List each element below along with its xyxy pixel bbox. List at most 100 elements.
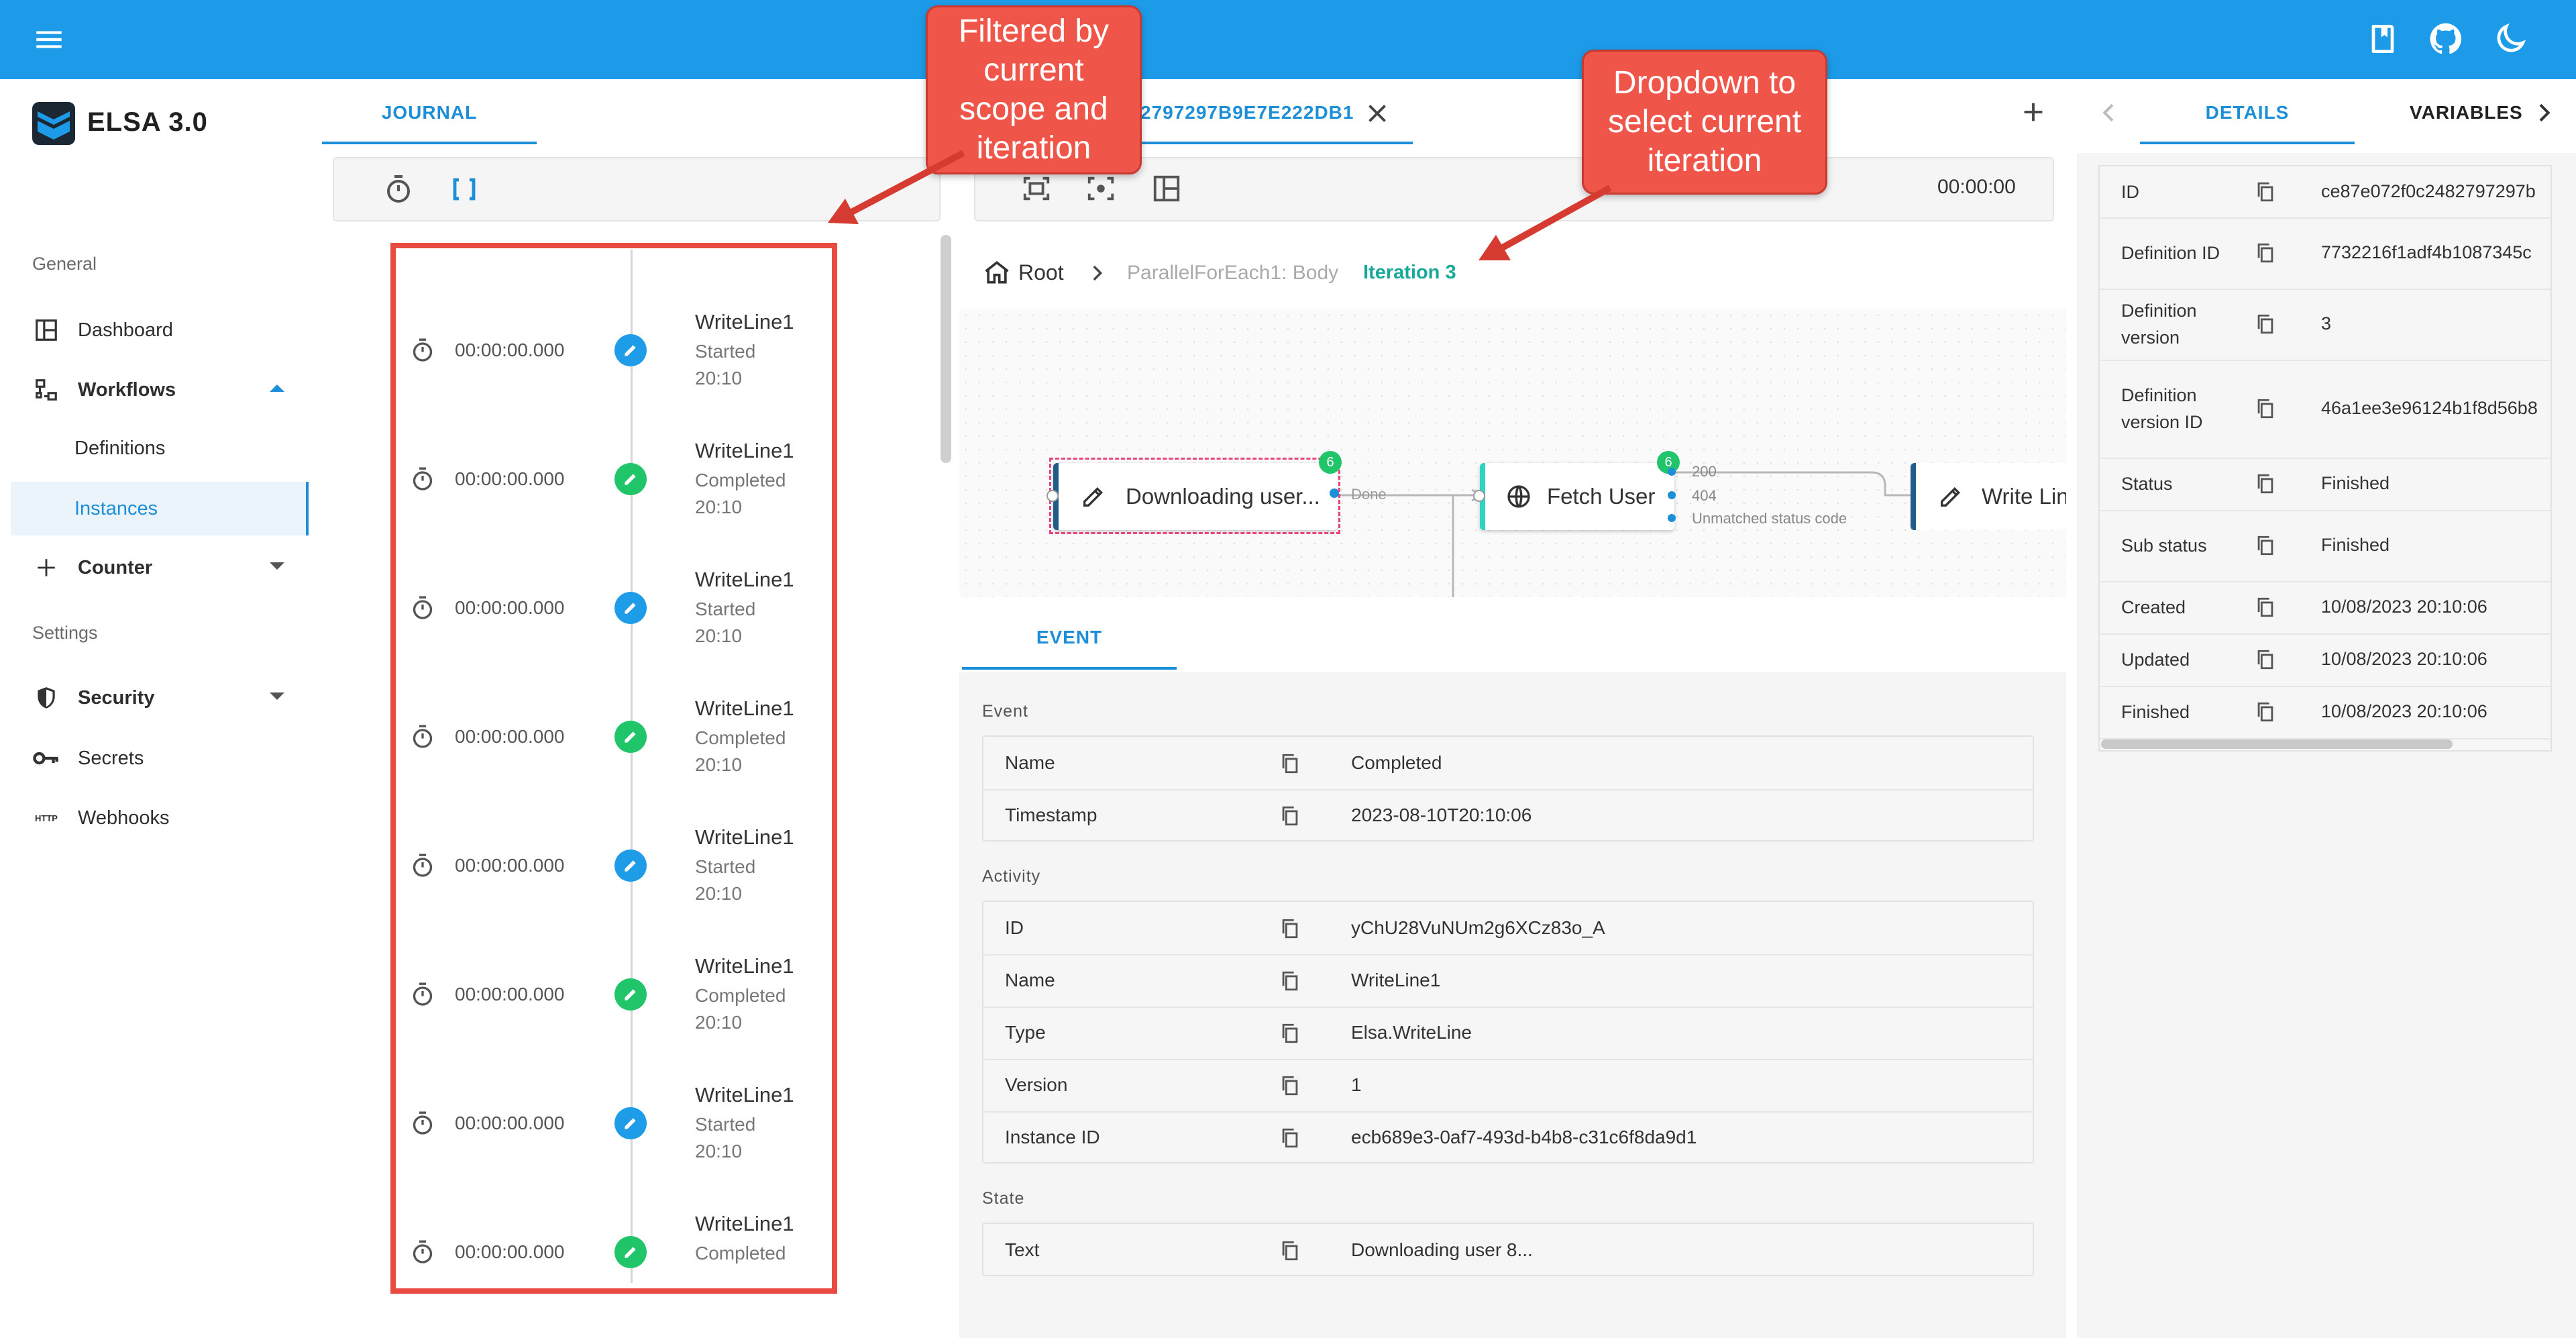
- sidebar-item-instances[interactable]: Instances: [11, 482, 309, 535]
- row-key: Type: [1005, 1022, 1046, 1043]
- dark-mode-icon[interactable]: [2491, 20, 2529, 58]
- sidebar-item-definitions[interactable]: Definitions: [11, 421, 309, 475]
- detail-value: Finished: [2321, 535, 2390, 555]
- table-row: Version 1: [983, 1059, 2033, 1113]
- row-value: Downloading user 8...: [1351, 1239, 1533, 1260]
- detail-value: 3: [2321, 313, 2332, 333]
- highlight-box: [390, 243, 837, 1294]
- input-port[interactable]: [1046, 490, 1059, 502]
- tab-indicator: [2140, 142, 2355, 144]
- detail-key: Definition version: [2121, 301, 2197, 348]
- copy-icon[interactable]: [2254, 180, 2277, 204]
- copy-icon[interactable]: [2254, 397, 2277, 421]
- top-app-bar: [0, 0, 2576, 79]
- copy-icon[interactable]: [1279, 917, 1301, 941]
- chevron-left-icon[interactable]: [2096, 99, 2123, 126]
- breadcrumb-root[interactable]: Root: [1018, 260, 1064, 285]
- activity-node-write-line[interactable]: Write Lin: [1911, 463, 2066, 530]
- detail-row: ID ce87e072f0c2482797297b: [2100, 166, 2551, 219]
- auto-layout-icon[interactable]: [1151, 173, 1182, 204]
- copy-icon[interactable]: [2254, 533, 2277, 558]
- detail-value: 10/08/2023 20:10:06: [2321, 597, 2487, 617]
- add-tab-icon[interactable]: [2018, 97, 2049, 127]
- detail-row: Sub status Finished: [2100, 510, 2551, 582]
- book-icon[interactable]: [2364, 20, 2402, 58]
- detail-value: 10/08/2023 20:10:06: [2321, 649, 2487, 669]
- row-value: Completed: [1351, 752, 1442, 773]
- tab-event[interactable]: EVENT: [962, 627, 1177, 648]
- group-label-state: State: [982, 1189, 1025, 1208]
- pencil-icon: [1937, 483, 1964, 510]
- nav-section-general: General: [32, 254, 97, 274]
- tab-workflow-instance[interactable]: 2797297B9E7E222DB1: [1140, 102, 1354, 123]
- menu-icon[interactable]: [32, 23, 66, 56]
- detail-value: 7732216f1adf4b1087345c: [2321, 242, 2532, 262]
- key-icon: [32, 744, 60, 772]
- activity-table: ID yChU28VuNUm2g6XCz83o_A Name WriteLine1 Ty…: [982, 900, 2034, 1164]
- sidebar-item-label: Dashboard: [78, 319, 173, 341]
- row-key: Timestamp: [1005, 805, 1097, 825]
- center-focus-icon[interactable]: [1085, 173, 1116, 204]
- selected-node-outline: [1049, 458, 1340, 534]
- outcome-port-200[interactable]: [1668, 468, 1676, 476]
- row-key: Version: [1005, 1074, 1068, 1095]
- sidebar-item-workflows[interactable]: Workflows: [11, 363, 306, 417]
- tab-details[interactable]: DETAILS: [2140, 102, 2355, 123]
- details-scrollbar[interactable]: [2101, 739, 2453, 749]
- details-table: ID ce87e072f0c2482797297b Definition ID 773…: [2098, 165, 2552, 752]
- node-label: Write Lin: [1982, 484, 2066, 509]
- workflow-icon: [32, 376, 60, 404]
- detail-row: Definition version 3: [2100, 289, 2551, 361]
- copy-icon[interactable]: [2254, 312, 2277, 336]
- chevron-right-icon[interactable]: [2530, 99, 2557, 126]
- copy-icon[interactable]: [2254, 472, 2277, 496]
- sidebar-item-security[interactable]: Security: [11, 671, 306, 725]
- sidebar-item-label: Counter: [78, 556, 153, 578]
- detail-key: Created: [2121, 597, 2186, 617]
- outcome-port[interactable]: [1330, 488, 1339, 498]
- copy-icon[interactable]: [2254, 241, 2277, 265]
- home-icon[interactable]: [982, 258, 1012, 287]
- sidebar-item-secrets[interactable]: Secrets: [11, 731, 306, 785]
- globe-icon: [1505, 483, 1532, 510]
- copy-icon[interactable]: [1279, 969, 1301, 993]
- detail-row: Finished 10/08/2023 20:10:06: [2100, 686, 2551, 739]
- copy-icon[interactable]: [1279, 1126, 1301, 1150]
- journal-scrollbar[interactable]: [941, 235, 951, 463]
- tab-variables[interactable]: VARIABLES: [2410, 102, 2523, 123]
- copy-icon[interactable]: [2254, 595, 2277, 619]
- tab-indicator: [962, 667, 1177, 670]
- activity-node-fetch-user[interactable]: Fetch User: [1480, 463, 1674, 530]
- brackets-icon[interactable]: [448, 173, 480, 205]
- copy-icon[interactable]: [1279, 1239, 1301, 1263]
- copy-icon[interactable]: [1279, 752, 1301, 776]
- sidebar-item-counter[interactable]: Counter: [11, 541, 306, 595]
- input-port[interactable]: [1473, 490, 1485, 502]
- sidebar-item-dashboard[interactable]: Dashboard: [11, 303, 306, 357]
- dashboard-icon: [32, 316, 60, 344]
- sidebar-item-label: Workflows: [78, 378, 176, 401]
- shield-icon: [32, 684, 60, 712]
- github-icon[interactable]: [2427, 20, 2465, 58]
- copy-icon[interactable]: [1279, 1021, 1301, 1045]
- detail-row: Definition version ID 46a1ee3e96124b1f8d5…: [2100, 360, 2551, 459]
- fit-screen-icon[interactable]: [1021, 173, 1052, 204]
- outcome-label-404: 404: [1692, 487, 1717, 504]
- outcome-port-404[interactable]: [1668, 491, 1676, 499]
- breadcrumb-parent[interactable]: ParallelForEach1: Body: [1127, 262, 1338, 285]
- copy-icon[interactable]: [1279, 1074, 1301, 1098]
- timer-icon[interactable]: [382, 173, 415, 205]
- tab-journal[interactable]: JOURNAL: [322, 102, 537, 123]
- outcome-label-unmatched: Unmatched status code: [1692, 510, 1847, 527]
- copy-icon[interactable]: [2254, 648, 2277, 672]
- detail-row: Status Finished: [2100, 458, 2551, 511]
- copy-icon[interactable]: [1279, 804, 1301, 828]
- copy-icon[interactable]: [2254, 700, 2277, 724]
- detail-row: Updated 10/08/2023 20:10:06: [2100, 633, 2551, 687]
- state-table: Text Downloading user 8...: [982, 1223, 2034, 1276]
- row-value: 1: [1351, 1074, 1362, 1095]
- sidebar-item-webhooks[interactable]: HTTP Webhooks: [11, 791, 306, 845]
- outcome-port-unmatched[interactable]: [1668, 514, 1676, 522]
- iteration-dropdown[interactable]: Iteration 3: [1363, 262, 1456, 284]
- close-icon[interactable]: [1362, 98, 1393, 129]
